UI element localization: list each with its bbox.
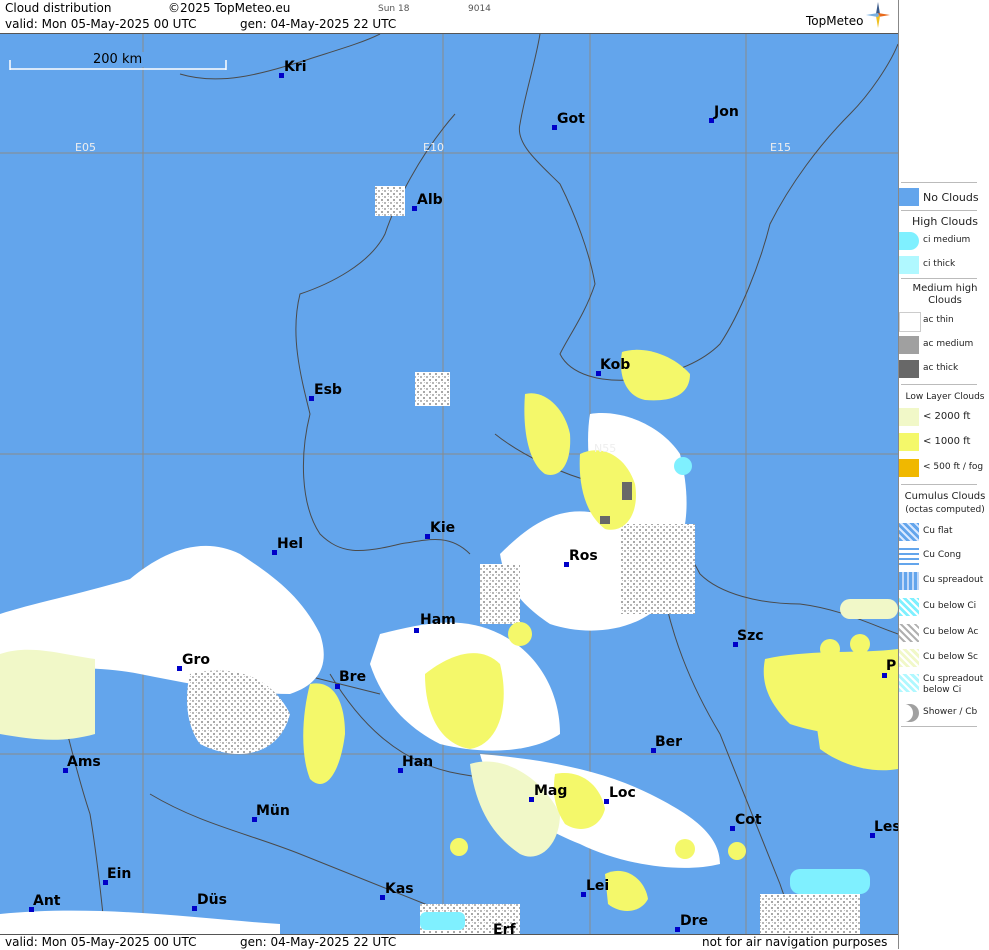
legend-divider — [901, 278, 977, 279]
header-bar: Cloud distribution ©2025 TopMeteo.eu Sun… — [0, 0, 898, 34]
sun-info: Sun 18 — [378, 4, 410, 14]
copyright: ©2025 TopMeteo.eu — [168, 1, 291, 15]
city-ant[interactable]: Ant — [33, 893, 61, 909]
legend-swatch — [899, 336, 919, 354]
city-kas[interactable]: Kas — [385, 881, 414, 897]
footer-valid-time: valid: Mon 05-May-2025 00 UTC — [5, 935, 197, 949]
legend-divider — [901, 484, 977, 485]
grid-label-n55: N55 — [594, 442, 617, 455]
city-cot[interactable]: Cot — [735, 812, 762, 828]
city-mun[interactable]: Mün — [256, 803, 290, 819]
legend-cumulus-title: Cumulus Clouds — [904, 491, 986, 502]
legend-cumulus-subtitle: (octas computed) — [905, 505, 985, 515]
legend-divider — [901, 726, 977, 727]
legend-swatch — [899, 674, 919, 692]
city-les[interactable]: Les — [874, 819, 898, 835]
scale-label: 200 km — [90, 52, 146, 67]
city-ein[interactable]: Ein — [107, 866, 131, 882]
city-erf[interactable]: Erf — [493, 922, 516, 934]
legend-swatch — [899, 360, 919, 378]
city-dre[interactable]: Dre — [680, 913, 708, 929]
legend-swatch — [899, 433, 919, 451]
legend-low-2000: < 2000 ft — [899, 406, 989, 428]
legend-swatch — [899, 459, 919, 477]
footer-gen-time: gen: 04-May-2025 22 UTC — [240, 935, 397, 949]
city-p[interactable]: P — [886, 658, 896, 674]
legend-ci-thick: ci thick — [899, 254, 989, 276]
city-gro[interactable]: Gro — [182, 652, 210, 668]
city-ros[interactable]: Ros — [569, 548, 598, 564]
legend-swatch — [899, 232, 919, 250]
gen-time: gen: 04-May-2025 22 UTC — [240, 17, 397, 31]
legend-cu-flat: Cu flat — [899, 521, 989, 543]
city-ber[interactable]: Ber — [655, 734, 682, 750]
city-szc[interactable]: Szc — [737, 628, 764, 644]
logo-text: TopMeteo — [806, 14, 864, 28]
legend-ac-thin: ac thin — [899, 310, 989, 332]
city-ams[interactable]: Ams — [67, 754, 101, 770]
city-esb[interactable]: Esb — [314, 382, 342, 398]
map-canvas — [0, 34, 898, 934]
legend-swatch — [899, 256, 919, 274]
city-kob[interactable]: Kob — [600, 357, 630, 373]
legend-cu-spreadout: Cu spreadout — [899, 570, 989, 592]
grid-label-e15: E15 — [770, 141, 791, 154]
legend-swatch — [899, 649, 919, 667]
city-bre[interactable]: Bre — [339, 669, 366, 685]
grid-label-e10: E10 — [423, 141, 444, 154]
legend-divider — [901, 384, 977, 385]
legend-low-500-fog: < 500 ft / fog — [899, 457, 989, 479]
legend-swatch — [899, 572, 919, 590]
city-dus[interactable]: Düs — [197, 892, 227, 908]
coastlines — [0, 34, 898, 934]
city-kri[interactable]: Kri — [284, 59, 307, 75]
legend-shower-cb: Shower / Cb — [899, 702, 989, 724]
legend-ci-medium: ci medium — [899, 230, 989, 252]
legend-swatch — [899, 523, 919, 541]
footer-disclaimer: not for air navigation purposes — [702, 935, 888, 949]
legend-swatch — [899, 188, 919, 206]
city-han[interactable]: Han — [402, 754, 433, 770]
run-code: 9014 — [468, 4, 491, 14]
legend-divider — [901, 182, 977, 183]
chart-title: Cloud distribution — [5, 1, 112, 15]
city-marker — [414, 628, 419, 633]
legend-cu-cong: Cu Cong — [899, 545, 989, 567]
legend-swatch — [899, 598, 919, 616]
valid-time: valid: Mon 05-May-2025 00 UTC — [5, 17, 197, 31]
lat-lon-grid — [0, 34, 898, 934]
legend-swatch — [899, 547, 919, 565]
city-alb[interactable]: Alb — [417, 192, 443, 208]
city-lei[interactable]: Lei — [586, 878, 609, 894]
legend-high-title: High Clouds — [912, 215, 978, 228]
legend-ac-thick: ac thick — [899, 358, 989, 380]
city-hel[interactable]: Hel — [277, 536, 303, 552]
legend-cu-below-ci: Cu below Ci — [899, 596, 989, 618]
logo-compass-icon — [866, 2, 890, 28]
legend-swatch — [899, 312, 921, 332]
city-loc[interactable]: Loc — [609, 785, 636, 801]
legend-divider — [901, 210, 977, 211]
city-ham[interactable]: Ham — [420, 612, 456, 628]
shower-cloud-icon — [899, 704, 919, 722]
legend-low-1000: < 1000 ft — [899, 431, 989, 453]
legend-cu-below-sc: Cu below Sc — [899, 647, 989, 669]
legend-low-title: Low Layer Clouds — [905, 392, 985, 402]
legend-ac-medium: ac medium — [899, 334, 989, 356]
city-kie[interactable]: Kie — [430, 520, 455, 536]
city-jon[interactable]: Jon — [714, 104, 739, 120]
legend-no-clouds: No Clouds — [899, 186, 989, 208]
legend-medium-title: Medium high Clouds — [912, 283, 978, 306]
legend-cu-below-ac: Cu below Ac — [899, 622, 989, 644]
legend-swatch — [899, 624, 919, 642]
city-mag[interactable]: Mag — [534, 783, 567, 799]
grid-label-e05: E05 — [75, 141, 96, 154]
footer-bar: valid: Mon 05-May-2025 00 UTC gen: 04-Ma… — [0, 934, 898, 950]
city-got[interactable]: Got — [557, 111, 585, 127]
legend-panel: No Clouds High Clouds ci medium ci thick… — [898, 0, 989, 949]
legend-cu-spreadout-below-ci: Cu spreadout below Ci — [899, 672, 989, 702]
legend-swatch — [899, 408, 919, 426]
cloud-map[interactable]: 200 km E05 E10 E15 N55 Kri Got Jon Alb E… — [0, 34, 898, 934]
